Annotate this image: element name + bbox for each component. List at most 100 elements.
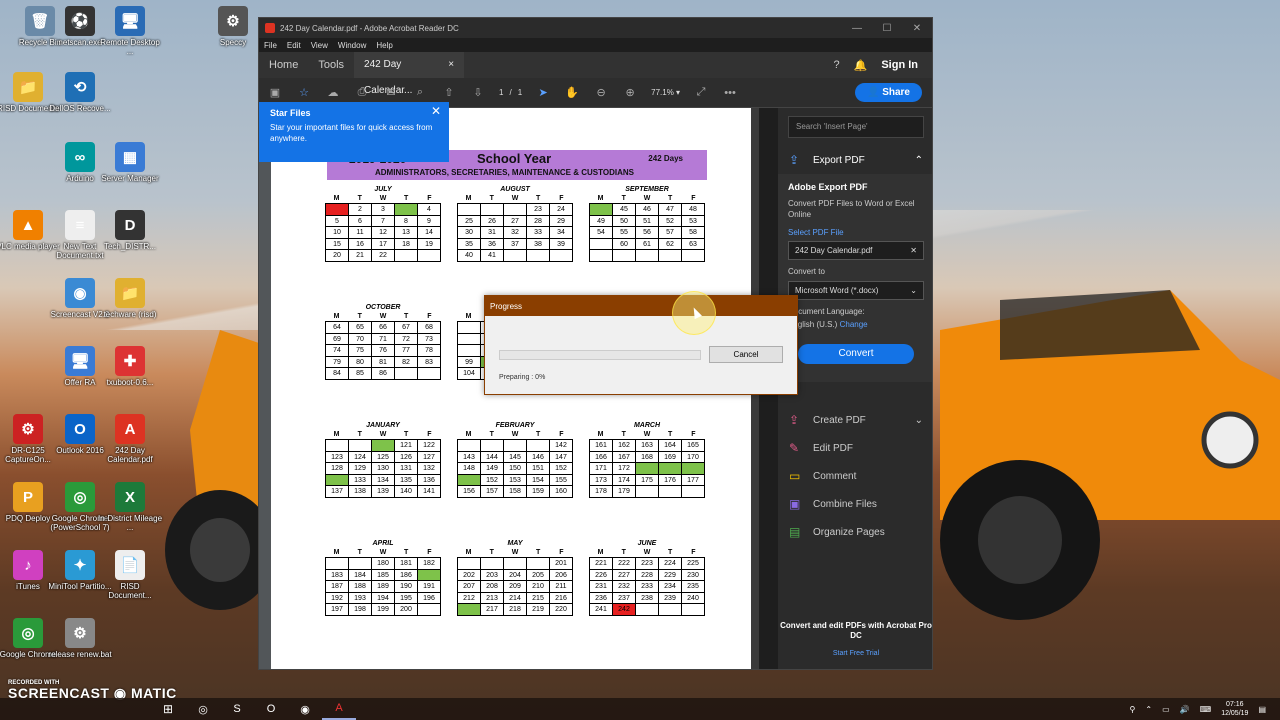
- chevron-up-tray-icon[interactable]: ⌃: [1145, 705, 1152, 714]
- tab-close-icon[interactable]: ×: [448, 52, 454, 78]
- day-cell: 65: [349, 322, 372, 334]
- change-language-link[interactable]: Change: [840, 320, 868, 329]
- day-cell: 239: [659, 592, 682, 604]
- tab-document[interactable]: 242 Day Calendar... ×: [354, 52, 465, 96]
- day-cell: [682, 463, 705, 475]
- clear-file-icon[interactable]: ✕: [910, 246, 917, 255]
- convert-button[interactable]: Convert: [798, 344, 914, 364]
- bell-icon[interactable]: 🔔: [854, 59, 868, 72]
- desktop-icon-item[interactable]: 🖥 Remote Desktop ...: [98, 6, 162, 56]
- skype-taskbar-icon[interactable]: S: [220, 698, 254, 720]
- zoom-in-icon[interactable]: ⊕: [622, 86, 638, 99]
- print-icon[interactable]: ⎙: [354, 86, 370, 99]
- email-icon[interactable]: ✉: [383, 86, 399, 99]
- menu-bar: File Edit View Window Help: [259, 38, 932, 52]
- save-icon[interactable]: ▣: [267, 86, 283, 99]
- start-icon[interactable]: ⊞: [150, 702, 186, 716]
- format-select[interactable]: Microsoft Word (*.docx) ⌄: [788, 281, 924, 300]
- desktop-icon-item[interactable]: ⟲ DellOS Recove...: [48, 72, 112, 113]
- acrobat-taskbar-icon[interactable]: A: [322, 698, 356, 720]
- zoom-out-icon[interactable]: ⊖: [593, 86, 609, 99]
- weekday-label: W: [643, 195, 651, 202]
- menu-window[interactable]: Window: [338, 41, 366, 50]
- day-cell: 54: [590, 227, 613, 239]
- day-cell: 82: [395, 356, 418, 368]
- cloud-upload-icon[interactable]: ☁: [325, 86, 341, 99]
- desktop-icon-item[interactable]: D Tech_DISTR...: [98, 210, 162, 251]
- menu-edit[interactable]: Edit: [287, 41, 301, 50]
- notification-icon[interactable]: ▤: [1258, 705, 1266, 714]
- share-button[interactable]: 👤 Share: [854, 83, 922, 102]
- clock[interactable]: 07:16 12/05/19: [1221, 700, 1248, 718]
- free-trial-link[interactable]: Start Free Trial: [778, 649, 932, 659]
- menu-file[interactable]: File: [264, 41, 277, 50]
- sign-in-button[interactable]: Sign In: [881, 59, 918, 71]
- chrome-taskbar-icon[interactable]: ◎: [186, 698, 220, 720]
- day-cell: 191: [418, 581, 441, 593]
- tab-tools[interactable]: Tools: [308, 52, 354, 78]
- weekday-label: F: [691, 549, 696, 556]
- minimize-icon[interactable]: —: [842, 23, 872, 34]
- desktop-icon-item[interactable]: 📄 RISD Document...: [98, 550, 162, 600]
- desktop-icon-item[interactable]: ⚙ Speccy: [201, 6, 265, 47]
- day-cell: 50: [613, 215, 636, 227]
- window-titlebar[interactable]: 242 Day Calendar.pdf - Adobe Acrobat Rea…: [259, 18, 932, 38]
- cancel-button[interactable]: Cancel: [709, 346, 783, 363]
- day-cell: 38: [527, 238, 550, 250]
- day-cell: 74: [326, 345, 349, 357]
- page-down-icon[interactable]: ⇩: [470, 86, 486, 99]
- desktop-icon-item[interactable]: 📁 techware (risd): [98, 278, 162, 319]
- star-popup-text: Star your important files for quick acce…: [270, 123, 433, 143]
- desktop-icon-item[interactable]: X In-District Mileage ...: [98, 482, 162, 532]
- desktop-icon-item[interactable]: ▦ Server Manager: [98, 142, 162, 183]
- desktop-icon-item[interactable]: A 242 Day Calendar.pdf: [98, 414, 162, 464]
- volume-icon[interactable]: 🔊: [1180, 705, 1190, 714]
- progress-title[interactable]: Progress: [485, 296, 797, 316]
- popup-close-icon[interactable]: ✕: [431, 105, 441, 117]
- tool-create-pdf[interactable]: ⇪ Create PDF ⌄: [778, 406, 932, 434]
- edit-pdf-icon: ✎: [789, 441, 800, 455]
- tool-combine-files[interactable]: ▣ Combine Files: [778, 490, 932, 518]
- fit-page-icon[interactable]: ⤢: [693, 86, 709, 99]
- month-name: AUGUST: [500, 186, 530, 193]
- page-current-input[interactable]: 1: [499, 88, 503, 97]
- desktop-icon-item[interactable]: ✚ txuboot-0.6...: [98, 346, 162, 387]
- page-up-icon[interactable]: ⇧: [441, 86, 457, 99]
- search-icon[interactable]: ⌕: [412, 86, 428, 99]
- day-cell: [326, 474, 349, 486]
- desktop-icon-item[interactable]: ⚙ release renew.bat: [48, 618, 112, 659]
- screencast-taskbar-icon[interactable]: ◉: [288, 698, 322, 720]
- menu-help[interactable]: Help: [376, 41, 392, 50]
- app-icon: ⚙: [65, 618, 95, 648]
- select-cursor-icon[interactable]: ➤: [535, 86, 551, 99]
- person-icon[interactable]: ⚲: [1130, 705, 1136, 714]
- tool-search-input[interactable]: Search 'Insert Page': [788, 116, 924, 138]
- star-popup-title: Star Files: [270, 108, 311, 118]
- maximize-icon[interactable]: ☐: [872, 23, 902, 34]
- tool-edit-pdf[interactable]: ✎ Edit PDF: [778, 434, 932, 462]
- weekday-label: T: [668, 549, 673, 556]
- tool-organize-pages[interactable]: ▤ Organize Pages: [778, 518, 932, 546]
- language-icon[interactable]: ⌨: [1200, 705, 1212, 714]
- day-cell: 16: [349, 238, 372, 250]
- weekday-label: T: [404, 549, 409, 556]
- menu-view[interactable]: View: [311, 41, 328, 50]
- day-cell: 134: [372, 474, 395, 486]
- outlook-taskbar-icon[interactable]: O: [254, 698, 288, 720]
- close-icon[interactable]: ✕: [902, 23, 932, 34]
- day-cell: 17: [372, 238, 395, 250]
- day-cell: 138: [349, 486, 372, 498]
- more-icon[interactable]: •••: [722, 87, 738, 99]
- hand-icon[interactable]: ✋: [564, 86, 580, 99]
- help-icon[interactable]: ?: [834, 59, 840, 71]
- star-icon[interactable]: ☆: [296, 86, 312, 99]
- network-icon[interactable]: ▭: [1162, 705, 1170, 714]
- tab-home[interactable]: Home: [259, 52, 308, 78]
- weekday-label: W: [511, 431, 519, 438]
- export-pdf-header[interactable]: ⇪ Export PDF ⌃: [778, 146, 932, 174]
- selected-file-field[interactable]: 242 Day Calendar.pdf ✕: [788, 241, 924, 260]
- day-cell: 52: [659, 215, 682, 227]
- weekday-label: M: [465, 549, 472, 556]
- zoom-dropdown[interactable]: 77.1% ▾: [651, 88, 680, 97]
- tool-comment[interactable]: ▭ Comment: [778, 462, 932, 490]
